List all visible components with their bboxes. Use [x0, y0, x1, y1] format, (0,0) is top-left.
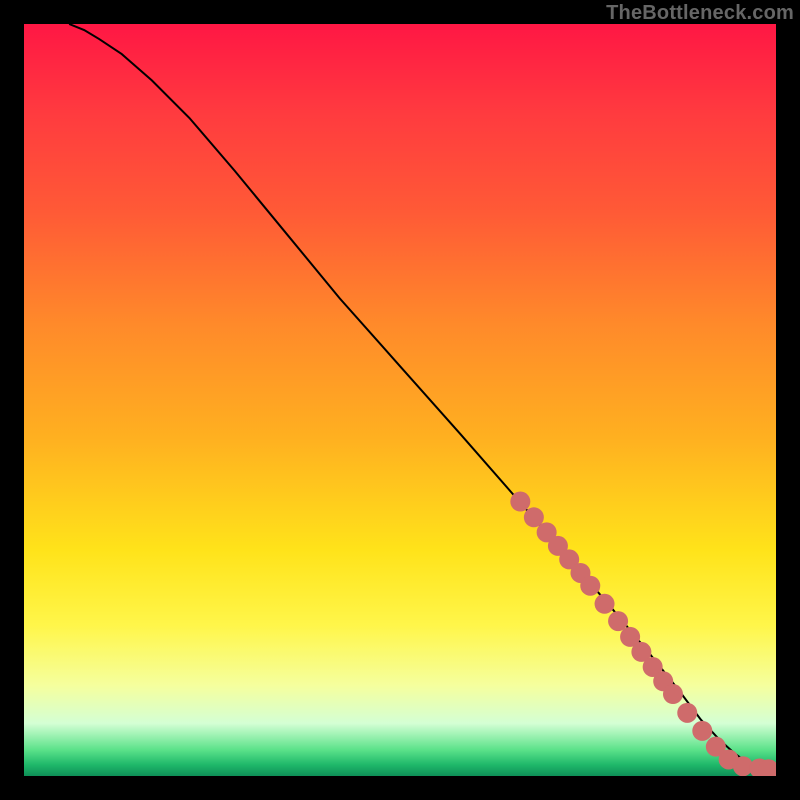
- data-dot: [608, 611, 628, 631]
- chart-stage: TheBottleneck.com: [0, 0, 800, 800]
- data-dot: [580, 576, 600, 596]
- gradient-background: [24, 24, 776, 776]
- data-dot: [692, 721, 712, 741]
- data-dot: [510, 492, 530, 512]
- data-dot: [663, 684, 683, 704]
- plot-area: [24, 24, 776, 776]
- attribution-text: TheBottleneck.com: [606, 2, 794, 25]
- data-dot: [595, 594, 615, 614]
- chart-svg: [24, 24, 776, 776]
- data-dot: [677, 703, 697, 723]
